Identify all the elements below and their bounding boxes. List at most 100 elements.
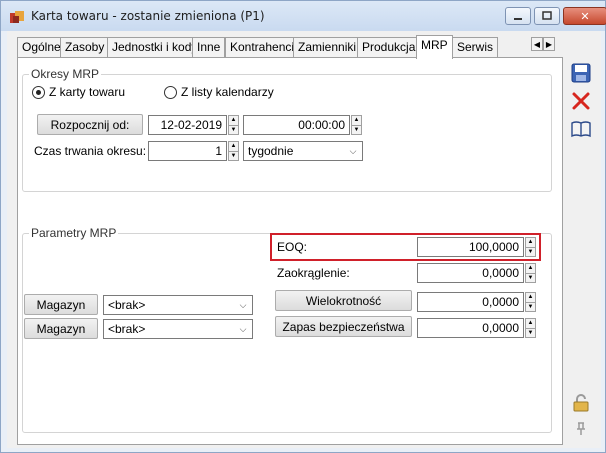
chevron-down-icon[interactable]: ⌵ [235, 321, 251, 337]
tab-label: Produkcja [362, 40, 416, 54]
start-time-spinner[interactable]: ▲ ▼ [351, 115, 362, 135]
button-label: Magazyn [36, 321, 86, 336]
start-time-field[interactable]: 00:00:00 [243, 115, 350, 135]
wielokrotnosc-button[interactable]: Wielokrotność [275, 290, 412, 311]
save-button[interactable] [569, 61, 593, 85]
spin-down-icon[interactable]: ▼ [352, 124, 361, 135]
start-date-field[interactable]: 12-02-2019 [148, 115, 227, 135]
zapas-bezpieczenstwa-spinner[interactable]: ▲ ▼ [525, 318, 536, 338]
tab-label: Kontrahenci [230, 40, 295, 54]
radio-circle [164, 85, 177, 99]
select-value: tygodnie [248, 144, 294, 158]
field-value: 0,0000 [482, 295, 519, 309]
tab-label: Serwis [457, 40, 494, 54]
tab-kontrahenci[interactable]: Kontrahenci [225, 37, 300, 57]
title-bar[interactable]: Karta towaru - zostanie zmieniona (P1) ✕ [1, 1, 606, 31]
spin-up-icon[interactable]: ▲ [526, 319, 535, 328]
group-label: Okresy MRP [29, 67, 102, 81]
close-button[interactable]: ✕ [563, 7, 606, 25]
radio-circle [32, 85, 45, 99]
chevron-down-icon[interactable]: ⌵ [345, 143, 361, 159]
duration-label: Czas trwania okresu: [34, 144, 147, 158]
spin-down-icon[interactable]: ▼ [526, 272, 535, 283]
spin-down-icon[interactable]: ▼ [526, 301, 535, 312]
window: Karta towaru - zostanie zmieniona (P1) ✕… [0, 0, 606, 453]
tab-label: Jednostki i kody [112, 40, 198, 54]
field-value: 00:00:00 [298, 118, 345, 132]
content-area: Ogólne Zasoby Jednostki i kody Inne Kont… [7, 31, 601, 448]
radio-label: Z karty towaru [49, 85, 126, 99]
start-date-spinner[interactable]: ▲ ▼ [228, 115, 239, 135]
padlock-icon [573, 394, 589, 412]
tab-zasoby[interactable]: Zasoby [60, 37, 110, 57]
radio-z-listy-kalendarzy[interactable]: Z listy kalendarzy [164, 85, 274, 99]
zapas-bezpieczenstwa-field[interactable]: 0,0000 [417, 318, 524, 338]
wielokrotnosc-field[interactable]: 0,0000 [417, 292, 524, 312]
spin-down-icon[interactable]: ▼ [526, 246, 535, 257]
spin-up-icon[interactable]: ▲ [229, 116, 238, 125]
spin-up-icon[interactable]: ▲ [352, 116, 361, 125]
spin-up-icon[interactable]: ▲ [526, 264, 535, 273]
duration-field[interactable]: 1 [148, 141, 227, 161]
tab-label: Ogólne [22, 40, 61, 54]
button-label: Wielokrotność [305, 293, 382, 308]
tab-jednostki-i-kody[interactable]: Jednostki i kody [107, 37, 203, 57]
select-value: <brak> [108, 298, 146, 312]
zapas-bezpieczenstwa-button[interactable]: Zapas bezpieczeństwa [275, 316, 412, 337]
help-button[interactable] [569, 117, 593, 141]
maximize-button[interactable] [534, 7, 560, 25]
magazyn-select-1[interactable]: <brak> ⌵ [103, 295, 253, 315]
spin-up-icon[interactable]: ▲ [526, 293, 535, 302]
lock-button[interactable] [569, 391, 593, 415]
spin-down-icon[interactable]: ▼ [229, 124, 238, 135]
magazyn-button-1[interactable]: Magazyn [24, 294, 98, 315]
field-value: 12-02-2019 [160, 118, 222, 132]
spin-up-icon[interactable]: ▲ [526, 238, 535, 247]
cancel-icon [572, 92, 590, 110]
tab-ogolne[interactable]: Ogólne [17, 37, 66, 57]
tab-scroll-left-icon[interactable]: ◀ [531, 37, 543, 51]
minimize-button[interactable] [505, 7, 531, 25]
tab-inne[interactable]: Inne [192, 37, 226, 57]
radio-z-karty-towaru[interactable]: Z karty towaru [32, 85, 125, 99]
zaokraglenie-spinner[interactable]: ▲ ▼ [525, 263, 536, 283]
cancel-button[interactable] [569, 89, 593, 113]
maximize-icon [542, 11, 552, 20]
tab-scroll-right-icon[interactable]: ▶ [543, 37, 555, 51]
app-icon [10, 11, 24, 23]
radio-label: Z listy kalendarzy [181, 85, 274, 99]
spin-down-icon[interactable]: ▼ [229, 150, 238, 161]
tab-scroll: ◀ ▶ [531, 37, 555, 51]
duration-unit-select[interactable]: tygodnie ⌵ [243, 141, 363, 161]
pin-button[interactable] [569, 417, 593, 441]
mrp-panel: Okresy MRP Z karty towaru Z listy kalend… [17, 57, 563, 445]
button-label: Zapas bezpieczeństwa [282, 319, 405, 334]
duration-spinner[interactable]: ▲ ▼ [228, 141, 239, 161]
field-value: 1 [215, 144, 222, 158]
zaokraglenie-label: Zaokrąglenie: [277, 266, 350, 280]
chevron-down-icon[interactable]: ⌵ [235, 297, 251, 313]
tab-label: Zamienniki [298, 40, 357, 54]
window-title: Karta towaru - zostanie zmieniona (P1) [31, 9, 265, 23]
spin-down-icon[interactable]: ▼ [526, 327, 535, 338]
tab-zamienniki[interactable]: Zamienniki [293, 37, 362, 57]
book-icon [571, 121, 591, 138]
tab-produkcja[interactable]: Produkcja [357, 37, 421, 57]
tab-mrp[interactable]: MRP [416, 35, 453, 59]
eoq-field[interactable]: 100,0000 [417, 237, 524, 257]
button-label: Magazyn [36, 297, 86, 312]
wielokrotnosc-spinner[interactable]: ▲ ▼ [525, 292, 536, 312]
eoq-spinner[interactable]: ▲ ▼ [525, 237, 536, 257]
spin-up-icon[interactable]: ▲ [229, 142, 238, 151]
close-icon: ✕ [580, 10, 590, 23]
field-value: 0,0000 [482, 266, 519, 280]
zaokraglenie-field[interactable]: 0,0000 [417, 263, 524, 283]
group-label: Parametry MRP [29, 226, 119, 240]
pin-icon [577, 422, 585, 435]
button-label: Rozpocznij od: [50, 117, 130, 132]
magazyn-select-2[interactable]: <brak> ⌵ [103, 319, 253, 339]
minimize-icon [514, 18, 522, 20]
magazyn-button-2[interactable]: Magazyn [24, 318, 98, 339]
rozpocznij-od-button[interactable]: Rozpocznij od: [37, 114, 143, 135]
tab-serwis[interactable]: Serwis [452, 37, 499, 57]
